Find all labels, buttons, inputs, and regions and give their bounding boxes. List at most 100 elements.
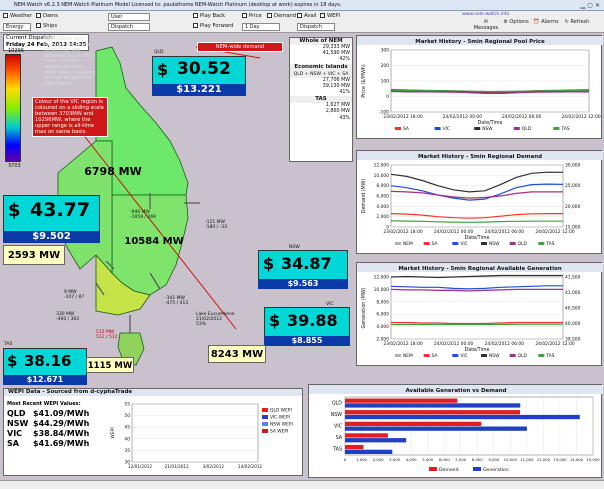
wepi-title: WEPI Data - Sourced from d-cyphaTrade xyxy=(4,389,302,396)
legend-label: TAS xyxy=(560,126,569,132)
x-tick-label: 13,000 xyxy=(553,457,567,462)
legend-label: NSW WEPI xyxy=(270,422,293,428)
legend-label: SA xyxy=(432,241,438,247)
x-tick-label: 11,000 xyxy=(520,457,534,462)
chart-title: Market History - 5min Regional Demand xyxy=(418,154,542,160)
legend-label: VIC WEPI xyxy=(270,415,290,421)
legend-label: Demand xyxy=(439,467,459,473)
y-tick-label: 0 xyxy=(386,94,389,100)
legend-swatch xyxy=(395,354,401,357)
legend-swatch xyxy=(474,127,481,130)
legend-label: SA xyxy=(403,126,409,132)
qld-volume: $13.221 xyxy=(152,84,246,96)
legend-swatch xyxy=(395,127,401,130)
y2-tick-label: 25,000 xyxy=(565,183,581,189)
tas-volume: $12.671 xyxy=(3,375,87,385)
x-tick-label: 24/02/2012 06:00 xyxy=(502,114,542,120)
weather-checkbox[interactable]: Weather xyxy=(3,13,32,20)
messages-button[interactable]: ✉ Messages xyxy=(472,19,500,31)
dirlink-flow: -121 MW -180 / -33 xyxy=(205,220,227,230)
price-chart-panel[interactable]: Market History - 5min Regional Pool Pric… xyxy=(356,35,603,139)
nsw-price-box[interactable]: $ 34.87 xyxy=(258,250,348,280)
tas-price-box[interactable]: $ 38.16 xyxy=(3,348,87,376)
category-label: SA xyxy=(336,435,343,441)
legend-swatch xyxy=(481,242,487,245)
maximize-icon[interactable]: ▢ xyxy=(587,2,595,9)
ships-checkbox[interactable]: Ships xyxy=(36,23,57,30)
play-forward-checkbox[interactable]: Play Forward xyxy=(193,23,233,30)
x-tick-label: 12,000 xyxy=(537,457,551,462)
y-tick-label: 6,000 xyxy=(376,312,389,318)
price-checkbox[interactable]: Price xyxy=(242,13,262,20)
dispatch-select[interactable]: Dispatch xyxy=(108,23,150,31)
wepi-chart[interactable]: 55504540353012/01/2012 21/01/2012 3/02/201… xyxy=(108,398,302,476)
legend-swatch xyxy=(481,354,487,357)
legend-swatch xyxy=(553,127,560,130)
legend-label: QLD xyxy=(518,353,528,359)
website-link[interactable]: www.nem-watch.info xyxy=(462,12,509,17)
x-tick-label: 4,000 xyxy=(406,457,417,462)
y-tick-label: 40 xyxy=(124,436,130,442)
chart-title: Available Generation vs Demand xyxy=(405,388,506,394)
wepi-checkbox[interactable]: WEPI xyxy=(320,13,340,20)
y-tick-label: 8,000 xyxy=(376,299,389,305)
chart-title: Market History - 5min Regional Pool Pric… xyxy=(415,39,545,45)
y-axis-label: WEPI xyxy=(110,427,116,439)
legend-label: Generation xyxy=(483,467,509,473)
window-title: NEM-Watch v6.2.3 NEM-Watch Platinum Mode… xyxy=(14,2,342,8)
user-select[interactable]: User xyxy=(108,13,150,21)
x-axis-label: Date/Time xyxy=(465,235,490,241)
window-title-bar: NEM-Watch v6.2.3 NEM-Watch Platinum Mode… xyxy=(0,0,604,11)
category-label: QLD xyxy=(332,400,342,406)
sa-volume: $9.502 xyxy=(3,231,100,243)
y2-tick-label: 20,000 xyxy=(565,204,581,210)
sa-price-box[interactable]: $ 43.77 xyxy=(3,195,100,233)
chart-dispatch-select[interactable]: Dispatch xyxy=(297,23,335,31)
availgen-chart-panel[interactable]: Market History - 5min Regional Available… xyxy=(356,262,603,366)
legend-swatch xyxy=(423,354,430,357)
options-button[interactable]: ⚙ Options xyxy=(502,19,530,25)
y-tick-label: 45 xyxy=(124,425,130,431)
play-back-checkbox[interactable]: Play Back xyxy=(193,13,225,20)
x-tick-label: 23/02/2012 18:00 xyxy=(383,229,423,235)
nsw-volume: $9.563 xyxy=(258,279,348,289)
demand-checkbox[interactable]: Demand xyxy=(267,13,296,20)
y-axis-label: Demand (MW) xyxy=(361,179,367,214)
bar-generation-vic xyxy=(345,426,527,431)
y-tick-label: 8,000 xyxy=(376,183,389,189)
legend-swatch xyxy=(473,467,481,471)
x-tick-label: 2,000 xyxy=(373,457,384,462)
chart-title: Market History - 5min Regional Available… xyxy=(398,266,561,272)
gen-vs-demand-chart: Available Generation vs Demand 0 1,000 2,00… xyxy=(309,385,603,473)
legend-label: NSW xyxy=(482,126,493,132)
vic-price-box[interactable]: $ 39.88 xyxy=(264,307,350,337)
close-icon[interactable]: ✕ xyxy=(595,2,602,9)
legend-swatch xyxy=(262,415,268,419)
dams-checkbox[interactable]: Dams xyxy=(36,13,58,20)
x-tick-label: 7,000 xyxy=(455,457,466,462)
interval-select[interactable]: 1 Day xyxy=(242,23,280,31)
wepi-row: SA $41.69/MWh xyxy=(7,439,90,448)
wepi-row: NSW $44.29/MWh xyxy=(7,419,90,428)
demand-chart-panel[interactable]: Market History - 5min Regional Demand 12,… xyxy=(356,150,603,254)
alarms-button[interactable]: ⏰ Alarms xyxy=(532,19,560,25)
x-tick-label: 24/02/2012 06:00 xyxy=(485,229,525,235)
x-tick-label: 5,000 xyxy=(422,457,433,462)
vic-demand: 8243 MW xyxy=(208,345,266,363)
legend-swatch xyxy=(423,242,430,245)
legend-swatch xyxy=(262,422,268,426)
qni-flow: -946 MW -1059 / 269 xyxy=(130,210,157,220)
refresh-button[interactable]: ↻ Refresh xyxy=(562,19,592,25)
bar-generation-sa xyxy=(345,438,407,443)
legend-swatch xyxy=(513,127,520,130)
x-tick-label: 24/02/2012 00:00 xyxy=(434,229,474,235)
tas-price: 38.16 xyxy=(24,352,72,370)
lake-eucumbene[interactable]: Lake Eucumbene 21/02/2012 53% xyxy=(196,312,235,327)
revision-note: NEM-Watch only receives data sets when t… xyxy=(44,36,96,87)
avail-checkbox[interactable]: Avail xyxy=(297,13,316,20)
qld-demand: 6798 MW xyxy=(84,165,142,178)
gen-vs-demand-panel[interactable]: Available Generation vs Demand 0 1,000 2,00… xyxy=(308,384,603,478)
legend-swatch xyxy=(538,354,545,357)
x-tick-label: 14,000 xyxy=(570,457,584,462)
energy-select[interactable]: Energy xyxy=(3,23,31,31)
